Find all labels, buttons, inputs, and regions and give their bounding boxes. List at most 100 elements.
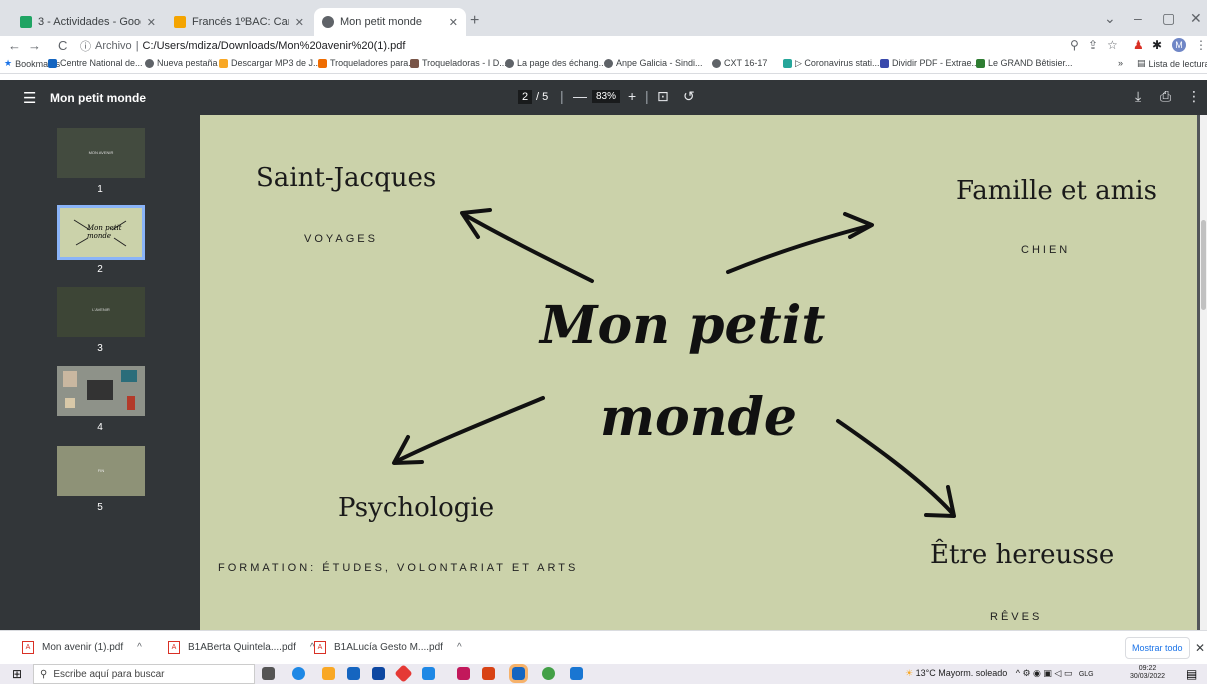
bookmark-item[interactable]: La page des échang... [505, 58, 606, 68]
zoom-out-button[interactable]: — [573, 88, 587, 104]
bookmarks-more-button[interactable]: » [1118, 58, 1123, 68]
site-icon [976, 58, 985, 68]
language-indicator[interactable]: GLG [1079, 671, 1094, 678]
bookmark-item[interactable]: Dividir PDF - Extrae... [880, 58, 979, 68]
chevron-up-icon[interactable]: ^ [457, 642, 462, 653]
weather-text[interactable]: 13°C Mayorm. soleado [916, 668, 1008, 678]
file-explorer-icon[interactable] [322, 667, 335, 680]
bookmark-item[interactable]: ▷ Coronavirus stati... [783, 58, 879, 69]
app-icon[interactable] [570, 667, 583, 680]
forward-icon[interactable]: → [28, 38, 41, 53]
bookmark-item[interactable]: Nueva pestaña [145, 58, 218, 68]
zoom-in-button[interactable]: + [628, 88, 636, 104]
zoom-input[interactable]: 83% [592, 90, 621, 103]
clock[interactable]: 09:22 30/03/2022 [1130, 665, 1165, 681]
fit-page-icon[interactable]: ⊡ [657, 88, 669, 105]
maximize-button[interactable]: ▢ [1162, 10, 1175, 27]
close-icon[interactable]: ✕ [147, 16, 156, 29]
node-saint-jacques: Saint-Jacques [256, 163, 437, 193]
share-icon[interactable]: ⇪ [1088, 38, 1098, 52]
node-famille-et-amis: Famille et amis [956, 176, 1157, 206]
pdf-file-icon: A [22, 641, 34, 654]
task-view-icon[interactable] [262, 667, 275, 680]
zoom-app-icon[interactable] [509, 664, 528, 683]
node-psychologie-sub: FORMATION: ÉTUDES, VOLONTARIAT ET ARTS [218, 562, 579, 574]
zoom-icon[interactable]: ⚲ [1070, 38, 1079, 52]
tab-search-icon[interactable]: ⌄ [1104, 10, 1116, 27]
profile-avatar[interactable]: M [1172, 38, 1186, 52]
node-etre-sub: RÊVES [990, 611, 1043, 623]
taskbar-search-input[interactable]: ⚲ Escribe aquí para buscar [33, 664, 255, 684]
dropbox-icon[interactable] [422, 667, 435, 680]
globe-icon [145, 58, 154, 68]
chevron-up-icon[interactable]: ^ [137, 642, 142, 653]
bookmark-item[interactable]: Anpe Galicia - Sindi... [604, 58, 703, 68]
show-all-button[interactable]: Mostrar todo [1125, 637, 1190, 659]
tab-google-drive[interactable]: 3 - Actividades - Google Drive ✕ [12, 8, 164, 36]
bookmark-item[interactable]: Centre National de... [48, 58, 143, 68]
close-window-button[interactable]: ✕ [1190, 10, 1202, 27]
back-icon[interactable]: ← [8, 38, 21, 53]
tab-cartographiez[interactable]: Francés 1ºBAC: Cartographiez vo ✕ [166, 8, 312, 36]
bookmark-item[interactable]: Le GRAND Bêtisier... [976, 58, 1073, 68]
thumbnail-number: 3 [97, 343, 103, 354]
bookmark-item[interactable]: CXT 16-17 [712, 58, 767, 68]
kebab-menu-icon[interactable]: ⋮ [1195, 38, 1207, 52]
app-icon[interactable] [394, 664, 413, 683]
site-icon [783, 59, 792, 68]
extension-icon[interactable]: ♟ [1133, 38, 1144, 52]
site-icon [410, 58, 419, 68]
reload-icon[interactable]: C [58, 38, 67, 53]
site-icon [174, 16, 186, 28]
bookmark-item[interactable]: Descargar MP3 de J... [219, 58, 321, 68]
thumbnail-caption: Mon petit monde [87, 224, 122, 240]
node-psychologie: Psychologie [338, 493, 495, 523]
download-item[interactable]: A B1ALucía Gesto M....pdf ^ [314, 641, 462, 654]
tray-icons[interactable]: ^ ⚙ ◉ ▣ ◁ ▭ [1016, 668, 1073, 678]
url-text: C:/Users/mdiza/Downloads/Mon%20avenir%20… [142, 40, 406, 52]
chrome-icon[interactable] [542, 667, 555, 680]
puzzle-icon[interactable]: ✱ [1152, 38, 1162, 52]
page-number-input[interactable]: 2 [518, 90, 533, 104]
edge-icon[interactable] [292, 667, 305, 680]
tab-mon-petit-monde[interactable]: Mon petit monde ✕ [314, 8, 466, 36]
thumbnail-caption: MON AVENIR [88, 150, 114, 155]
bookmark-star-icon[interactable]: ☆ [1107, 38, 1118, 52]
minimize-button[interactable]: – [1134, 10, 1142, 26]
download-item[interactable]: A Mon avenir (1).pdf ^ [22, 641, 142, 654]
node-saint-jacques-sub: VOYAGES [304, 233, 378, 245]
office-icon[interactable] [482, 667, 495, 680]
thumbnail-page-3[interactable]: L'AVENIR [57, 287, 145, 337]
thumbnail-page-1[interactable]: MON AVENIR [57, 128, 145, 178]
print-icon[interactable]: ⎙ [1160, 88, 1171, 105]
download-item[interactable]: A B1ABerta Quintela....pdf ^ [168, 641, 315, 654]
rotate-icon[interactable]: ↺ [683, 88, 695, 105]
thumbnail-photo [121, 370, 137, 382]
close-icon[interactable]: ✕ [295, 16, 304, 29]
page-total: / 5 [536, 91, 549, 103]
thumbnail-page-2[interactable]: Mon petit monde [57, 205, 145, 260]
bookmark-item[interactable]: Troqueladoras - I D... [410, 58, 507, 68]
scrollbar[interactable] [1200, 115, 1207, 630]
close-downloads-icon[interactable]: ✕ [1195, 641, 1205, 655]
notifications-icon[interactable]: ▤ [1186, 667, 1197, 681]
close-icon[interactable]: ✕ [449, 16, 458, 29]
hamburger-menu-icon[interactable]: ☰ [23, 89, 36, 107]
windows-start-icon[interactable]: ⊞ [12, 667, 22, 681]
arrow-top-right [726, 224, 870, 274]
address-bar[interactable]: ⓘ Archivo | C:/Users/mdiza/Downloads/Mon… [80, 37, 405, 55]
scrollbar-thumb[interactable] [1201, 220, 1206, 310]
more-options-icon[interactable]: ⋮ [1187, 88, 1201, 105]
tab-label: Francés 1ºBAC: Cartographiez vo [192, 16, 289, 28]
thumbnail-page-5[interactable]: FIN [57, 446, 145, 496]
reading-list-button[interactable]: ▤ Lista de lectura [1137, 58, 1207, 69]
bookmark-item[interactable]: Troqueladores para... [318, 58, 416, 68]
globe-icon [505, 58, 514, 68]
store-icon[interactable] [347, 667, 360, 680]
mail-icon[interactable] [372, 667, 385, 680]
arrow-top-left [463, 213, 594, 283]
new-tab-button[interactable]: + [470, 12, 479, 30]
thumbnail-page-4[interactable] [57, 366, 145, 416]
app-icon[interactable] [457, 667, 470, 680]
download-icon[interactable]: ⤓ [1135, 88, 1141, 105]
